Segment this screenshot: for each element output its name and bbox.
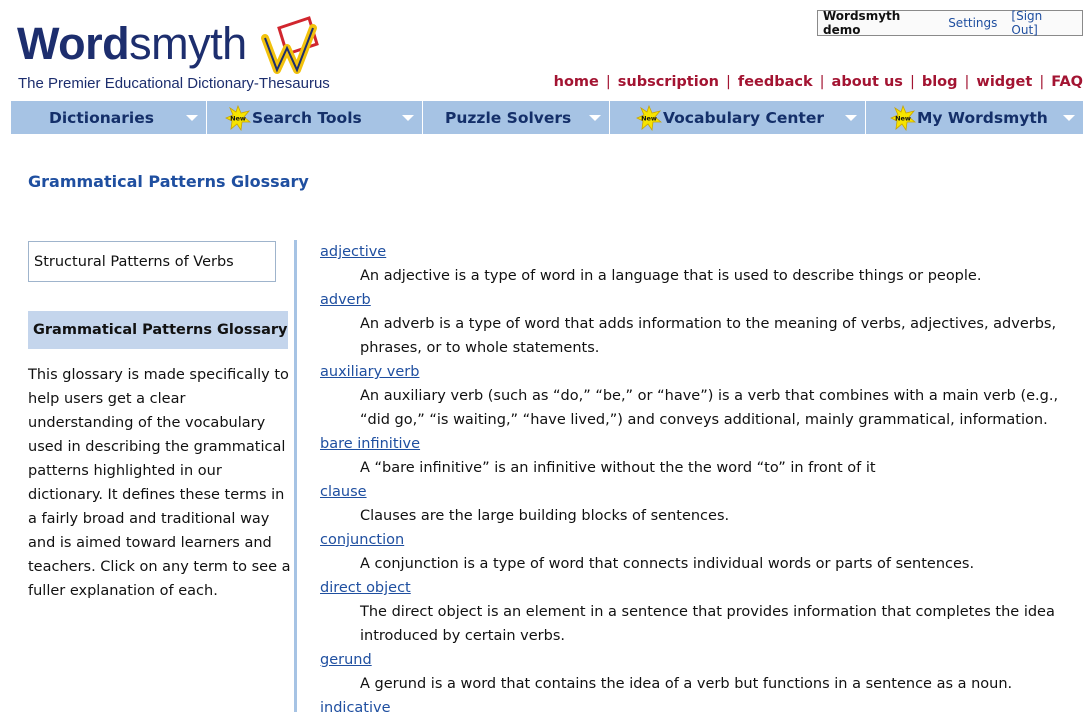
wordsmyth-logo[interactable]: Wordsmyth The Premier Educational Dictio… [17,14,330,94]
glossary-term-link[interactable]: clause [320,480,367,504]
sign-out-link[interactable]: [Sign Out] [1011,9,1068,37]
glossary-definition: The direct object is an element in a sen… [360,604,1055,644]
username-label: Wordsmyth demo [823,9,901,37]
glossary-term-link[interactable]: auxiliary verb [320,360,419,384]
glossary-term-link[interactable]: direct object [320,576,411,600]
logo-wordmark: Wordsmyth [17,18,247,69]
subscription-link[interactable]: subscription [618,74,719,90]
settings-link[interactable]: Settings [948,16,997,30]
nav-puzzle-solvers[interactable]: Puzzle Solvers [423,101,610,134]
column-divider [294,240,297,712]
logo-w-flag-icon [261,16,319,74]
top-links: home | subscription | feedback | about us | blog… [553,74,1083,90]
sidebar-description: This glossary is made specifically to he… [28,367,291,599]
nav-dictionaries[interactable]: Dictionaries [11,101,207,134]
chevron-down-icon[interactable] [1063,115,1075,121]
glossary-term-link[interactable]: gerund [320,648,372,672]
svg-text:New: New [641,114,657,122]
new-badge-icon: New [890,104,916,131]
feedback-link[interactable]: feedback [738,74,813,90]
chevron-down-icon[interactable] [845,115,857,121]
nav-my-wordsmyth[interactable]: New My Wordsmyth [866,101,1083,134]
glossary-definition: A conjunction is a type of word that con… [360,556,975,572]
sidebar-item-glossary-active[interactable]: Grammatical Patterns Glossary [28,311,288,349]
new-badge-icon: New [225,104,251,131]
nav-vocabulary-center[interactable]: New Vocabulary Center [610,101,866,134]
about-us-link[interactable]: about us [832,74,903,90]
glossary-term-link[interactable]: adverb [320,288,371,312]
user-account-box: Wordsmyth demo Settings [Sign Out] [817,9,1083,37]
faq-link[interactable]: FAQ [1051,74,1083,90]
page-title: Grammatical Patterns Glossary [28,172,309,191]
glossary-definition: Clauses are the large building blocks of… [360,508,730,524]
main-nav-bar: Dictionaries New Search Tools Puzzle Sol… [11,101,1083,134]
glossary-definition: A “bare infinitive” is an infinitive wit… [360,460,876,476]
glossary-definition: An adjective is a type of word in a lang… [360,268,982,284]
svg-text:New: New [230,114,246,122]
glossary-term-link[interactable]: adjective [320,240,386,264]
new-badge-icon: New [636,104,662,131]
chevron-down-icon[interactable] [402,115,414,121]
blog-link[interactable]: blog [922,74,958,90]
glossary-term-link[interactable]: conjunction [320,528,404,552]
widget-link[interactable]: widget [976,74,1032,90]
glossary-list: adjective An adjective is a type of word… [320,240,1070,712]
home-link[interactable]: home [554,74,599,90]
glossary-term-link[interactable]: bare infinitive [320,432,420,456]
glossary-definition: A gerund is a word that contains the ide… [360,676,1013,692]
chevron-down-icon[interactable] [186,115,198,121]
glossary-definition: An auxiliary verb (such as “do,” “be,” o… [360,388,1059,428]
glossary-term-link[interactable]: indicative [320,696,391,712]
logo-tagline: The Premier Educational Dictionary-Thesa… [18,75,330,92]
glossary-definition: An adverb is a type of word that adds in… [360,316,1057,356]
sidebar-item-structural-patterns[interactable]: Structural Patterns of Verbs [28,241,276,282]
chevron-down-icon[interactable] [589,115,601,121]
svg-text:New: New [895,114,911,122]
nav-search-tools[interactable]: New Search Tools [207,101,423,134]
